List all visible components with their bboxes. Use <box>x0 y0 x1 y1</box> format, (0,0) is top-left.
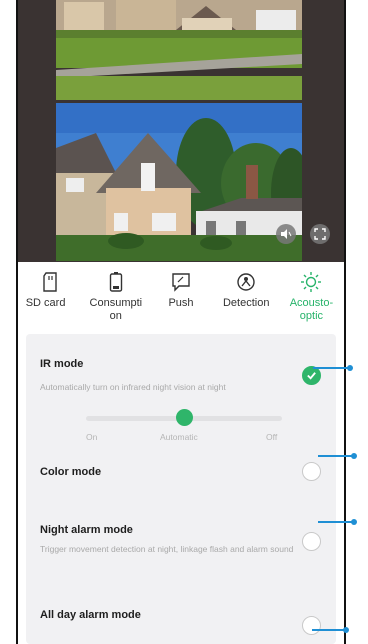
tab-acousto-optic[interactable]: Acousto- optic <box>279 266 344 332</box>
slider-option-off: Off <box>266 432 278 442</box>
tab-label: Push <box>168 297 194 309</box>
tab-label: SD card <box>25 297 66 309</box>
speaker-icon <box>281 229 292 239</box>
sun-icon <box>300 270 322 294</box>
color-mode-radio[interactable] <box>302 462 321 481</box>
tab-label: Consumpti on <box>89 297 143 322</box>
push-message-icon <box>170 270 192 294</box>
tab-push[interactable]: Push <box>148 266 213 332</box>
battery-icon <box>105 270 127 294</box>
tab-detection[interactable]: Detection <box>214 266 279 332</box>
slider-option-on: On <box>86 432 98 442</box>
color-mode-title: Color mode <box>40 466 102 478</box>
all-day-alarm-mode-title: All day alarm mode <box>40 609 141 621</box>
annotation-dot-all-day-alarm <box>343 627 349 633</box>
night-alarm-mode-radio[interactable] <box>302 532 321 551</box>
mute-button[interactable] <box>276 224 296 244</box>
camera-feed-image-top <box>56 0 302 100</box>
fullscreen-button[interactable] <box>310 224 330 244</box>
tab-consumption[interactable]: Consumpti on <box>83 266 148 332</box>
phone-screen: SD card Consumpti on Push Detection Acou… <box>16 0 346 644</box>
annotation-dot-color-mode <box>351 453 357 459</box>
all-day-alarm-mode-radio[interactable] <box>302 616 321 635</box>
tab-label: Detection <box>222 297 270 309</box>
annotation-pointer-ir-mode <box>313 367 350 369</box>
slider-option-automatic: Automatic <box>160 432 198 442</box>
fullscreen-icon <box>314 228 326 240</box>
night-alarm-mode-title: Night alarm mode <box>40 524 133 536</box>
annotation-pointer-night-alarm <box>318 521 354 523</box>
settings-tab-bar: SD card Consumpti on Push Detection Acou… <box>18 266 344 332</box>
ir-mode-description: Automatically turn on infrared night vis… <box>40 382 226 392</box>
annotation-pointer-color-mode <box>318 455 354 457</box>
annotation-dot-ir-mode <box>347 365 353 371</box>
tab-sd-card[interactable]: SD card <box>18 266 83 332</box>
acousto-optic-settings-panel: IR mode Automatically turn on infrared n… <box>26 334 336 644</box>
tab-label: Acousto- optic <box>289 297 334 322</box>
detection-icon <box>235 270 257 294</box>
ir-mode-slider-thumb[interactable] <box>176 409 193 426</box>
annotation-pointer-all-day-alarm <box>312 629 346 631</box>
camera-feed-image-bottom <box>56 103 302 261</box>
ir-mode-title: IR mode <box>40 358 84 370</box>
annotation-dot-night-alarm <box>351 519 357 525</box>
camera-preview <box>18 0 344 262</box>
night-alarm-mode-description: Trigger movement detection at night, lin… <box>40 544 294 554</box>
sd-card-icon <box>40 270 62 294</box>
check-icon <box>307 372 316 380</box>
